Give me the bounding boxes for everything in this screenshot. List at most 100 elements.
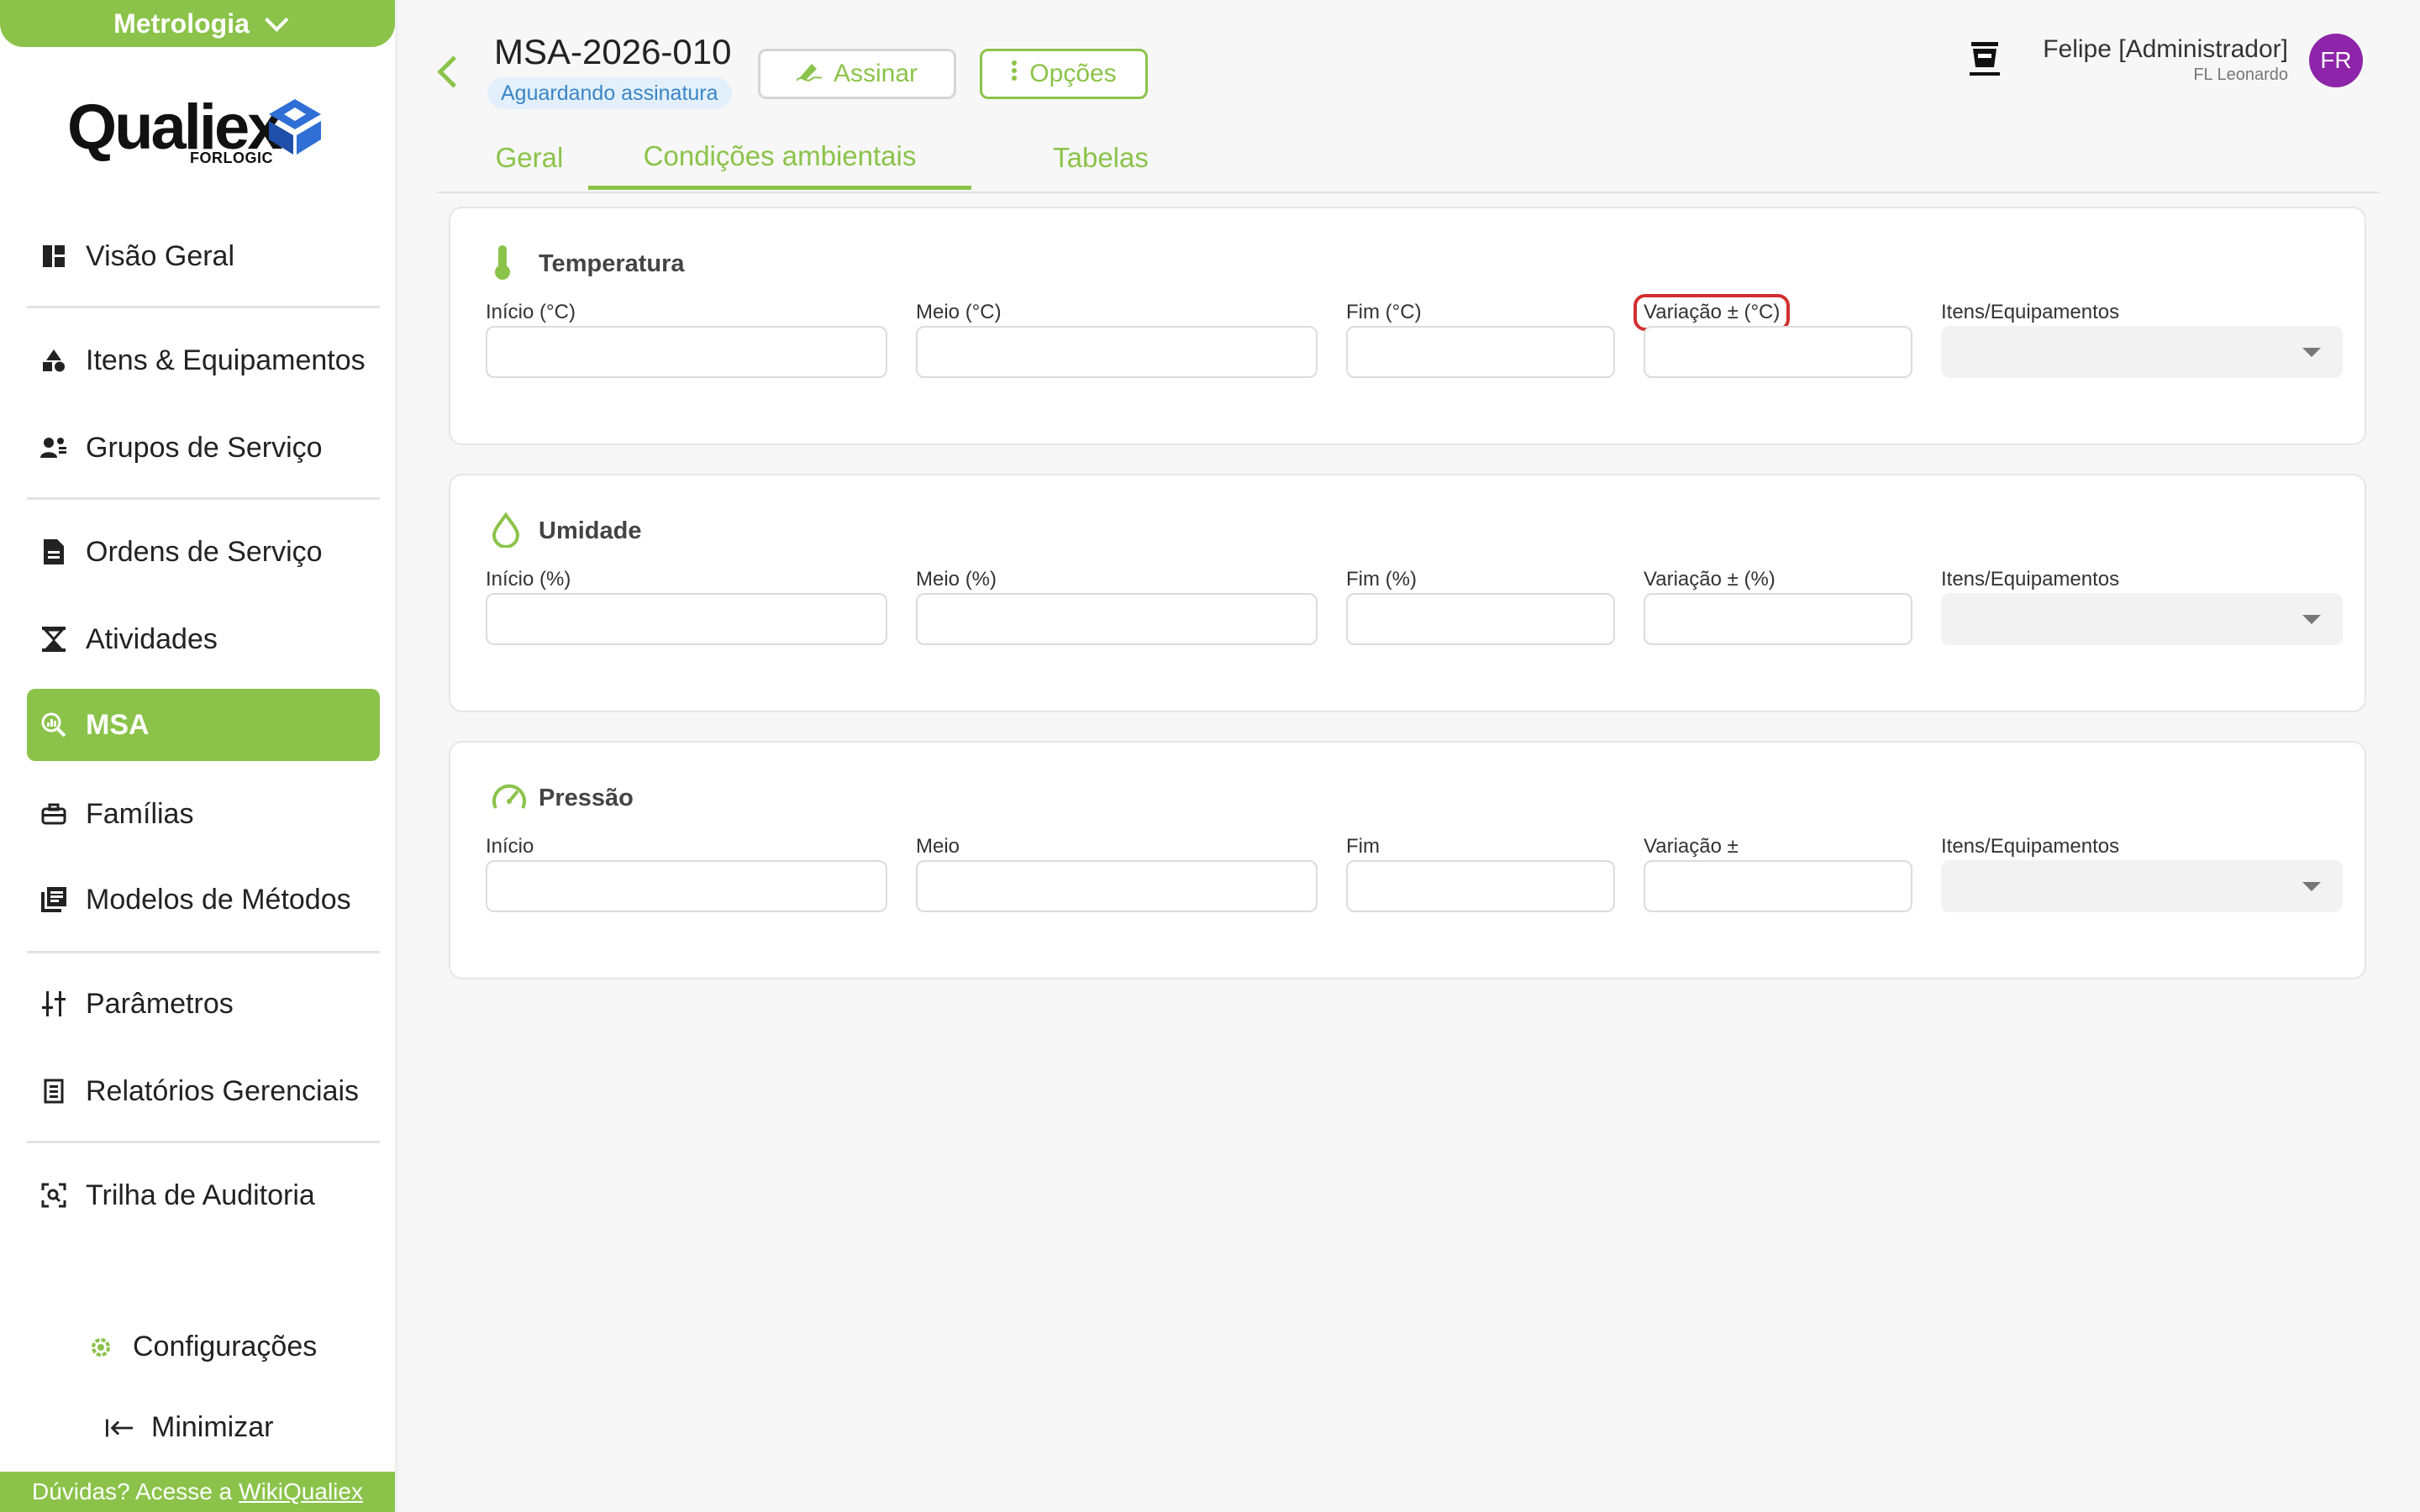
sidebar-item-label: Famílias (86, 797, 194, 830)
sidebar-divider (27, 1141, 380, 1143)
section-title: Temperatura (539, 250, 685, 277)
sidebar-item-msa[interactable]: MSA (27, 689, 380, 761)
qualiex-logo: Qualiex FORLOGIC (67, 91, 336, 175)
tab-condicoes-ambientais[interactable]: Condições ambientais (588, 126, 971, 190)
chevron-down-icon (264, 8, 289, 32)
sliders-icon (40, 990, 67, 1017)
temperature-items-select[interactable] (1941, 326, 2343, 378)
start-label: Início (%) (486, 568, 571, 591)
sidebar-item-label: Grupos de Serviço (86, 431, 323, 464)
module-label: Metrologia (113, 8, 250, 39)
pressure-items-select[interactable] (1941, 860, 2343, 912)
shapes-icon (40, 347, 67, 374)
toolbox-icon (40, 801, 67, 827)
module-selector-button[interactable]: Metrologia (0, 0, 395, 47)
tab-bar: Geral Condições ambientais Tabelas (437, 126, 2380, 193)
sidebar-item-grupos-servico[interactable]: Grupos de Serviço (27, 412, 380, 484)
humidity-items-select[interactable] (1941, 593, 2343, 645)
magnify-chart-icon (40, 711, 67, 738)
sidebar-item-label: Visão Geral (86, 239, 235, 272)
items-label: Itens/Equipamentos (1941, 301, 2120, 323)
sidebar-item-itens-equipamentos[interactable]: Itens & Equipamentos (27, 324, 380, 396)
coffee-cup-icon[interactable] (1968, 40, 2002, 81)
settings-button[interactable]: Configurações (87, 1331, 317, 1363)
caret-down-icon (2302, 348, 2321, 357)
minimize-label: Minimizar (151, 1411, 274, 1443)
humidity-card: Umidade Início (%) Meio (%) Fim (%) Vari… (449, 474, 2366, 712)
temperature-card: Temperatura Início (°C) Meio (°C) Fim (°… (449, 207, 2366, 445)
sidebar-item-parametros[interactable]: Parâmetros (27, 968, 380, 1040)
sidebar-item-label: Itens & Equipamentos (86, 344, 366, 376)
help-text: Dúvidas? Acesse a (32, 1478, 233, 1504)
wiki-link[interactable]: WikiQualiex (239, 1478, 363, 1505)
sign-button[interactable]: Assinar (758, 49, 956, 99)
library-icon (40, 886, 67, 913)
variation-label: Variação ± (1644, 835, 1739, 858)
sidebar: Metrologia Qualiex FORLOGIC Visão Geral … (0, 0, 395, 1512)
temperature-start-input[interactable] (486, 326, 887, 378)
middle-label: Meio (%) (916, 568, 997, 591)
caret-down-icon (2302, 615, 2321, 624)
back-chevron-icon[interactable] (437, 55, 470, 88)
document-icon (40, 538, 67, 565)
humidity-start-input[interactable] (486, 593, 887, 645)
pressure-card: Pressão Início Meio Fim Variação ± Itens… (449, 741, 2366, 979)
sidebar-item-familias[interactable]: Famílias (27, 778, 380, 850)
items-label: Itens/Equipamentos (1941, 835, 2120, 858)
settings-label: Configurações (133, 1331, 318, 1362)
sidebar-item-label: Ordens de Serviço (86, 535, 323, 568)
logo-sub: FORLOGIC (190, 150, 273, 166)
drop-icon (491, 512, 521, 552)
options-label: Opções (1029, 60, 1117, 87)
sidebar-item-label: Trilha de Auditoria (86, 1179, 315, 1211)
sidebar-item-trilha-auditoria[interactable]: Trilha de Auditoria (27, 1159, 380, 1231)
logo-mark-icon (269, 99, 321, 155)
help-footer: Dúvidas? Acesse a WikiQualiex (0, 1472, 395, 1512)
options-button[interactable]: Opções (980, 49, 1148, 99)
variation-label: Variação ± (%) (1644, 568, 1776, 591)
status-badge: Aguardando assinatura (487, 77, 732, 109)
caret-down-icon (2302, 882, 2321, 891)
gauge-icon (491, 781, 528, 816)
sidebar-item-label: Atividades (86, 622, 218, 655)
sidebar-item-label: Relatórios Gerenciais (86, 1074, 360, 1107)
audit-icon (40, 1182, 67, 1209)
report-icon (40, 1078, 67, 1105)
tab-geral[interactable]: Geral (454, 126, 605, 190)
sidebar-item-modelos-metodos[interactable]: Modelos de Métodos (27, 864, 380, 936)
sidebar-item-ordens-servico[interactable]: Ordens de Serviço (27, 516, 380, 588)
humidity-middle-input[interactable] (916, 593, 1318, 645)
end-label: Fim (°C) (1346, 301, 1422, 323)
sidebar-divider (27, 306, 380, 308)
more-vertical-icon (1011, 60, 1018, 88)
group-icon (40, 434, 67, 461)
sidebar-item-label: Modelos de Métodos (86, 883, 351, 916)
hourglass-icon (40, 626, 67, 653)
middle-label: Meio (°C) (916, 301, 1002, 323)
collapse-left-icon (106, 1415, 133, 1441)
sign-label: Assinar (833, 60, 918, 87)
pressure-variation-input[interactable] (1644, 860, 1912, 912)
sidebar-item-label: Parâmetros (86, 987, 234, 1020)
temperature-end-input[interactable] (1346, 326, 1615, 378)
section-title: Pressão (539, 785, 634, 811)
minimize-button[interactable]: Minimizar (106, 1411, 273, 1444)
pressure-middle-input[interactable] (916, 860, 1318, 912)
humidity-end-input[interactable] (1346, 593, 1615, 645)
pressure-start-input[interactable] (486, 860, 887, 912)
sidebar-item-relatorios-gerenciais[interactable]: Relatórios Gerenciais (27, 1055, 380, 1127)
humidity-variation-input[interactable] (1644, 593, 1912, 645)
temperature-variation-input[interactable] (1644, 326, 1912, 378)
section-title: Umidade (539, 517, 642, 544)
sidebar-divider (27, 497, 380, 500)
thermometer-icon (491, 244, 514, 285)
sidebar-item-atividades[interactable]: Atividades (27, 603, 380, 675)
sidebar-item-visao-geral[interactable]: Visão Geral (27, 220, 380, 292)
pressure-end-input[interactable] (1346, 860, 1615, 912)
temperature-middle-input[interactable] (916, 326, 1318, 378)
user-name[interactable]: Felipe [Administrador] (2043, 35, 2288, 64)
tab-tabelas[interactable]: Tabelas (993, 126, 1208, 190)
gear-icon (87, 1334, 114, 1361)
avatar[interactable]: FR (2309, 34, 2363, 87)
dashboard-icon (40, 243, 67, 270)
